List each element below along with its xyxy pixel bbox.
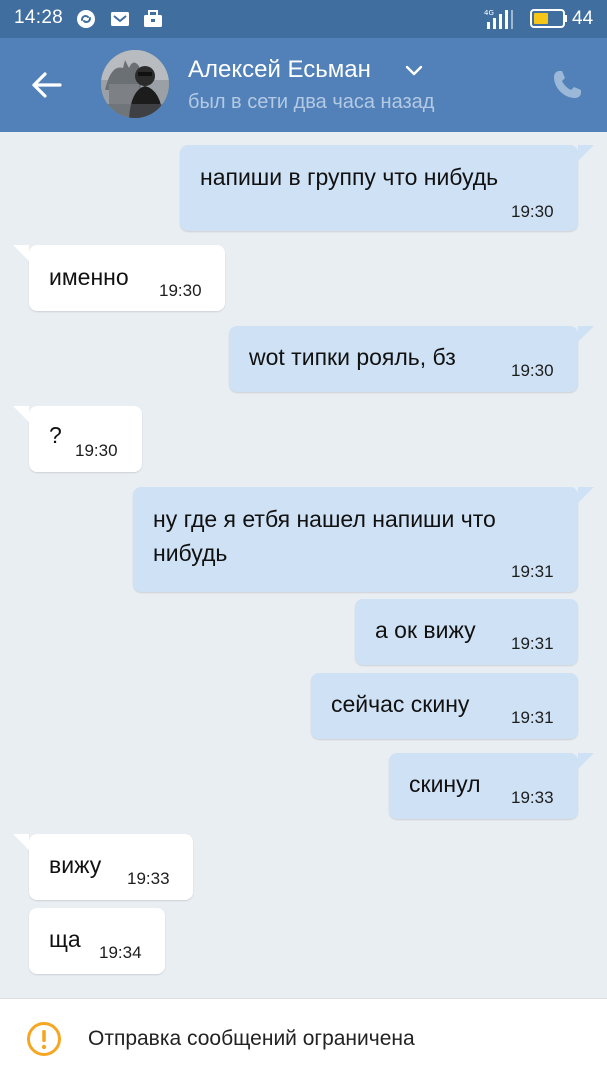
status-bar: 14:28 4G 44 — [0, 0, 607, 38]
message-incoming[interactable]: вижу 19:33 — [29, 834, 193, 900]
briefcase-icon — [144, 10, 162, 27]
message-time: 19:31 — [511, 708, 554, 727]
arrow-left-icon — [32, 72, 62, 98]
bubble-tail — [578, 487, 594, 503]
message-time: 19:34 — [99, 943, 142, 962]
message-time: 19:30 — [511, 361, 554, 380]
message-text: именно — [49, 264, 129, 290]
back-button[interactable] — [24, 65, 72, 105]
status-time: 14:28 — [14, 7, 64, 28]
avatar[interactable] — [101, 50, 169, 118]
call-button[interactable] — [550, 68, 584, 102]
message-text: wot типки рояль, бз — [249, 344, 456, 370]
message-time: 19:30 — [511, 202, 554, 221]
contact-name[interactable]: Алексей Есьман — [188, 56, 371, 84]
restriction-notice: Отправка сообщений ограничена — [88, 1027, 415, 1050]
battery-icon — [530, 9, 567, 28]
avatar-image — [101, 50, 169, 118]
signal-icon: 4G — [484, 9, 513, 29]
battery-level: 44 — [572, 8, 594, 29]
chat-header: Алексей Есьман был в сети два часа назад — [0, 38, 607, 132]
chat-messages[interactable]: напиши в группу что нибудь 19:30 именно … — [0, 132, 607, 998]
message-time: 19:30 — [159, 281, 202, 300]
message-time: 19:31 — [511, 562, 554, 581]
phone-icon — [554, 71, 581, 98]
message-text: скинул — [409, 771, 481, 797]
message-text-line: ну где я етбя нашел напиши что — [153, 506, 496, 532]
shazam-icon — [77, 10, 95, 28]
message-text: ? — [49, 422, 62, 448]
message-outgoing[interactable]: скинул 19:33 — [389, 753, 578, 819]
messaging-restricted-bar: Отправка сообщений ограничена — [0, 998, 607, 1081]
message-outgoing[interactable]: напиши в группу что нибудь 19:30 — [180, 145, 578, 231]
message-time: 19:31 — [511, 634, 554, 653]
message-text-line: нибудь — [153, 540, 228, 566]
message-outgoing[interactable]: ну где я етбя нашел напиши что нибудь 19… — [133, 487, 578, 592]
bubble-tail — [13, 834, 29, 850]
bubble-tail — [578, 145, 594, 161]
message-text: сейчас скину — [331, 691, 470, 717]
message-text: а ок вижу — [375, 617, 476, 643]
contact-status: был в сети два часа назад — [188, 91, 435, 113]
message-time: 19:33 — [127, 869, 170, 888]
message-incoming[interactable]: именно 19:30 — [29, 245, 225, 311]
message-time: 19:33 — [511, 788, 554, 807]
mail-icon — [111, 12, 129, 26]
message-outgoing[interactable]: а ок вижу 19:31 — [355, 599, 578, 665]
message-text: вижу — [49, 852, 102, 878]
message-time: 19:30 — [75, 441, 118, 460]
bubble-tail — [578, 753, 594, 769]
bubble-tail — [13, 406, 29, 422]
message-text: ща — [49, 926, 81, 952]
network-label: 4G — [484, 9, 494, 17]
chevron-down-icon[interactable] — [405, 65, 423, 77]
message-outgoing[interactable]: сейчас скину 19:31 — [311, 673, 578, 739]
message-incoming[interactable]: ? 19:30 — [29, 406, 142, 472]
bubble-tail — [13, 245, 29, 261]
warning-icon — [27, 1022, 61, 1056]
bubble-tail — [578, 326, 594, 342]
message-outgoing[interactable]: wot типки рояль, бз 19:30 — [229, 326, 578, 392]
message-text: напиши в группу что нибудь — [200, 164, 499, 190]
message-incoming[interactable]: ща 19:34 — [29, 908, 165, 974]
